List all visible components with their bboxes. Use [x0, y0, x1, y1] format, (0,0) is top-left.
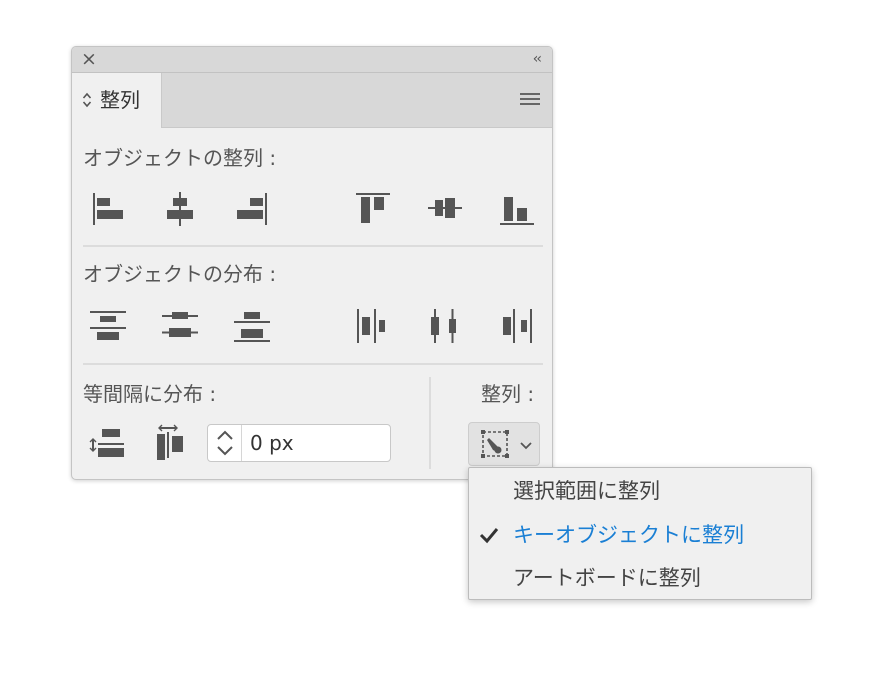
chevron-down-icon	[520, 442, 532, 450]
panel-tabbar: 整列	[72, 73, 552, 128]
distribute-right-edges-button[interactable]	[497, 306, 537, 346]
align-right-icon	[237, 193, 267, 225]
menu-item-label: キーオブジェクトに整列	[513, 523, 744, 547]
collapse-icon[interactable]: ‹‹	[533, 50, 542, 68]
checkmark-icon	[479, 528, 499, 544]
vertical-distribute-space-button[interactable]	[88, 424, 128, 464]
align-to-menu: 選択範囲に整列 キーオブジェクトに整列 アートボードに整列	[468, 467, 812, 600]
align-vertical-center-icon	[428, 198, 462, 218]
align-right-edges-button[interactable]	[232, 188, 272, 228]
menu-item-align-to-selection[interactable]: 選択範囲に整列	[469, 470, 811, 512]
distribute-objects-label: オブジェクトの分布 :	[83, 262, 277, 286]
section-vertical-divider	[429, 377, 431, 469]
distribute-bottom-edges-button[interactable]	[232, 306, 272, 346]
distribute-right-icon	[503, 309, 532, 343]
distribute-left-edges-button[interactable]	[353, 306, 393, 346]
spacing-stepper[interactable]	[207, 424, 391, 462]
align-top-icon	[356, 193, 390, 223]
align-bottom-icon	[500, 197, 534, 225]
spacing-input[interactable]	[250, 429, 380, 457]
menu-item-align-to-artboard[interactable]: アートボードに整列	[469, 557, 811, 599]
section-divider	[83, 363, 543, 365]
align-left-edges-button[interactable]	[88, 188, 128, 228]
align-horizontal-center-icon	[167, 192, 193, 226]
distribute-horizontal-center-icon	[431, 309, 456, 343]
hamburger-menu-icon[interactable]	[520, 93, 540, 107]
menu-item-label: アートボードに整列	[513, 566, 701, 590]
tab-label: 整列	[100, 88, 140, 112]
up-down-arrows-icon	[217, 430, 233, 456]
align-to-label: 整列 :	[481, 382, 535, 406]
panel-titlebar[interactable]: × ‹‹	[72, 47, 552, 73]
menu-item-align-to-key-object[interactable]: キーオブジェクトに整列	[469, 514, 811, 556]
section-divider	[83, 245, 543, 247]
tab-align[interactable]: 整列	[72, 73, 162, 128]
horizontal-distribute-space-icon	[157, 424, 183, 460]
distribute-spacing-label: 等間隔に分布 :	[83, 382, 217, 406]
align-left-icon	[93, 193, 123, 225]
up-down-arrows-icon	[82, 92, 92, 108]
close-icon[interactable]: ×	[81, 49, 97, 69]
align-panel: × ‹‹ 整列 オブジェクトの整列 : オブジェクトの分布: 等間隔に分布:…	[71, 46, 553, 480]
distribute-vertical-center-icon	[162, 312, 198, 337]
distribute-top-icon	[90, 311, 126, 340]
align-to-dropdown-button[interactable]	[468, 422, 540, 466]
distribute-bottom-icon	[234, 312, 270, 342]
align-top-edges-button[interactable]	[353, 188, 393, 228]
distribute-vertical-centers-button[interactable]	[160, 306, 200, 346]
align-vertical-centers-button[interactable]	[425, 188, 465, 228]
distribute-top-edges-button[interactable]	[88, 306, 128, 346]
vertical-distribute-space-icon	[89, 429, 124, 457]
distribute-left-icon	[357, 309, 385, 343]
menu-item-label: 選択範囲に整列	[513, 479, 660, 503]
horizontal-distribute-space-button[interactable]	[152, 424, 192, 464]
align-objects-label: オブジェクトの整列 :	[83, 146, 277, 170]
distribute-horizontal-centers-button[interactable]	[425, 306, 465, 346]
align-horizontal-centers-button[interactable]	[160, 188, 200, 228]
align-bottom-edges-button[interactable]	[497, 188, 537, 228]
stepper-arrows[interactable]	[208, 425, 242, 461]
